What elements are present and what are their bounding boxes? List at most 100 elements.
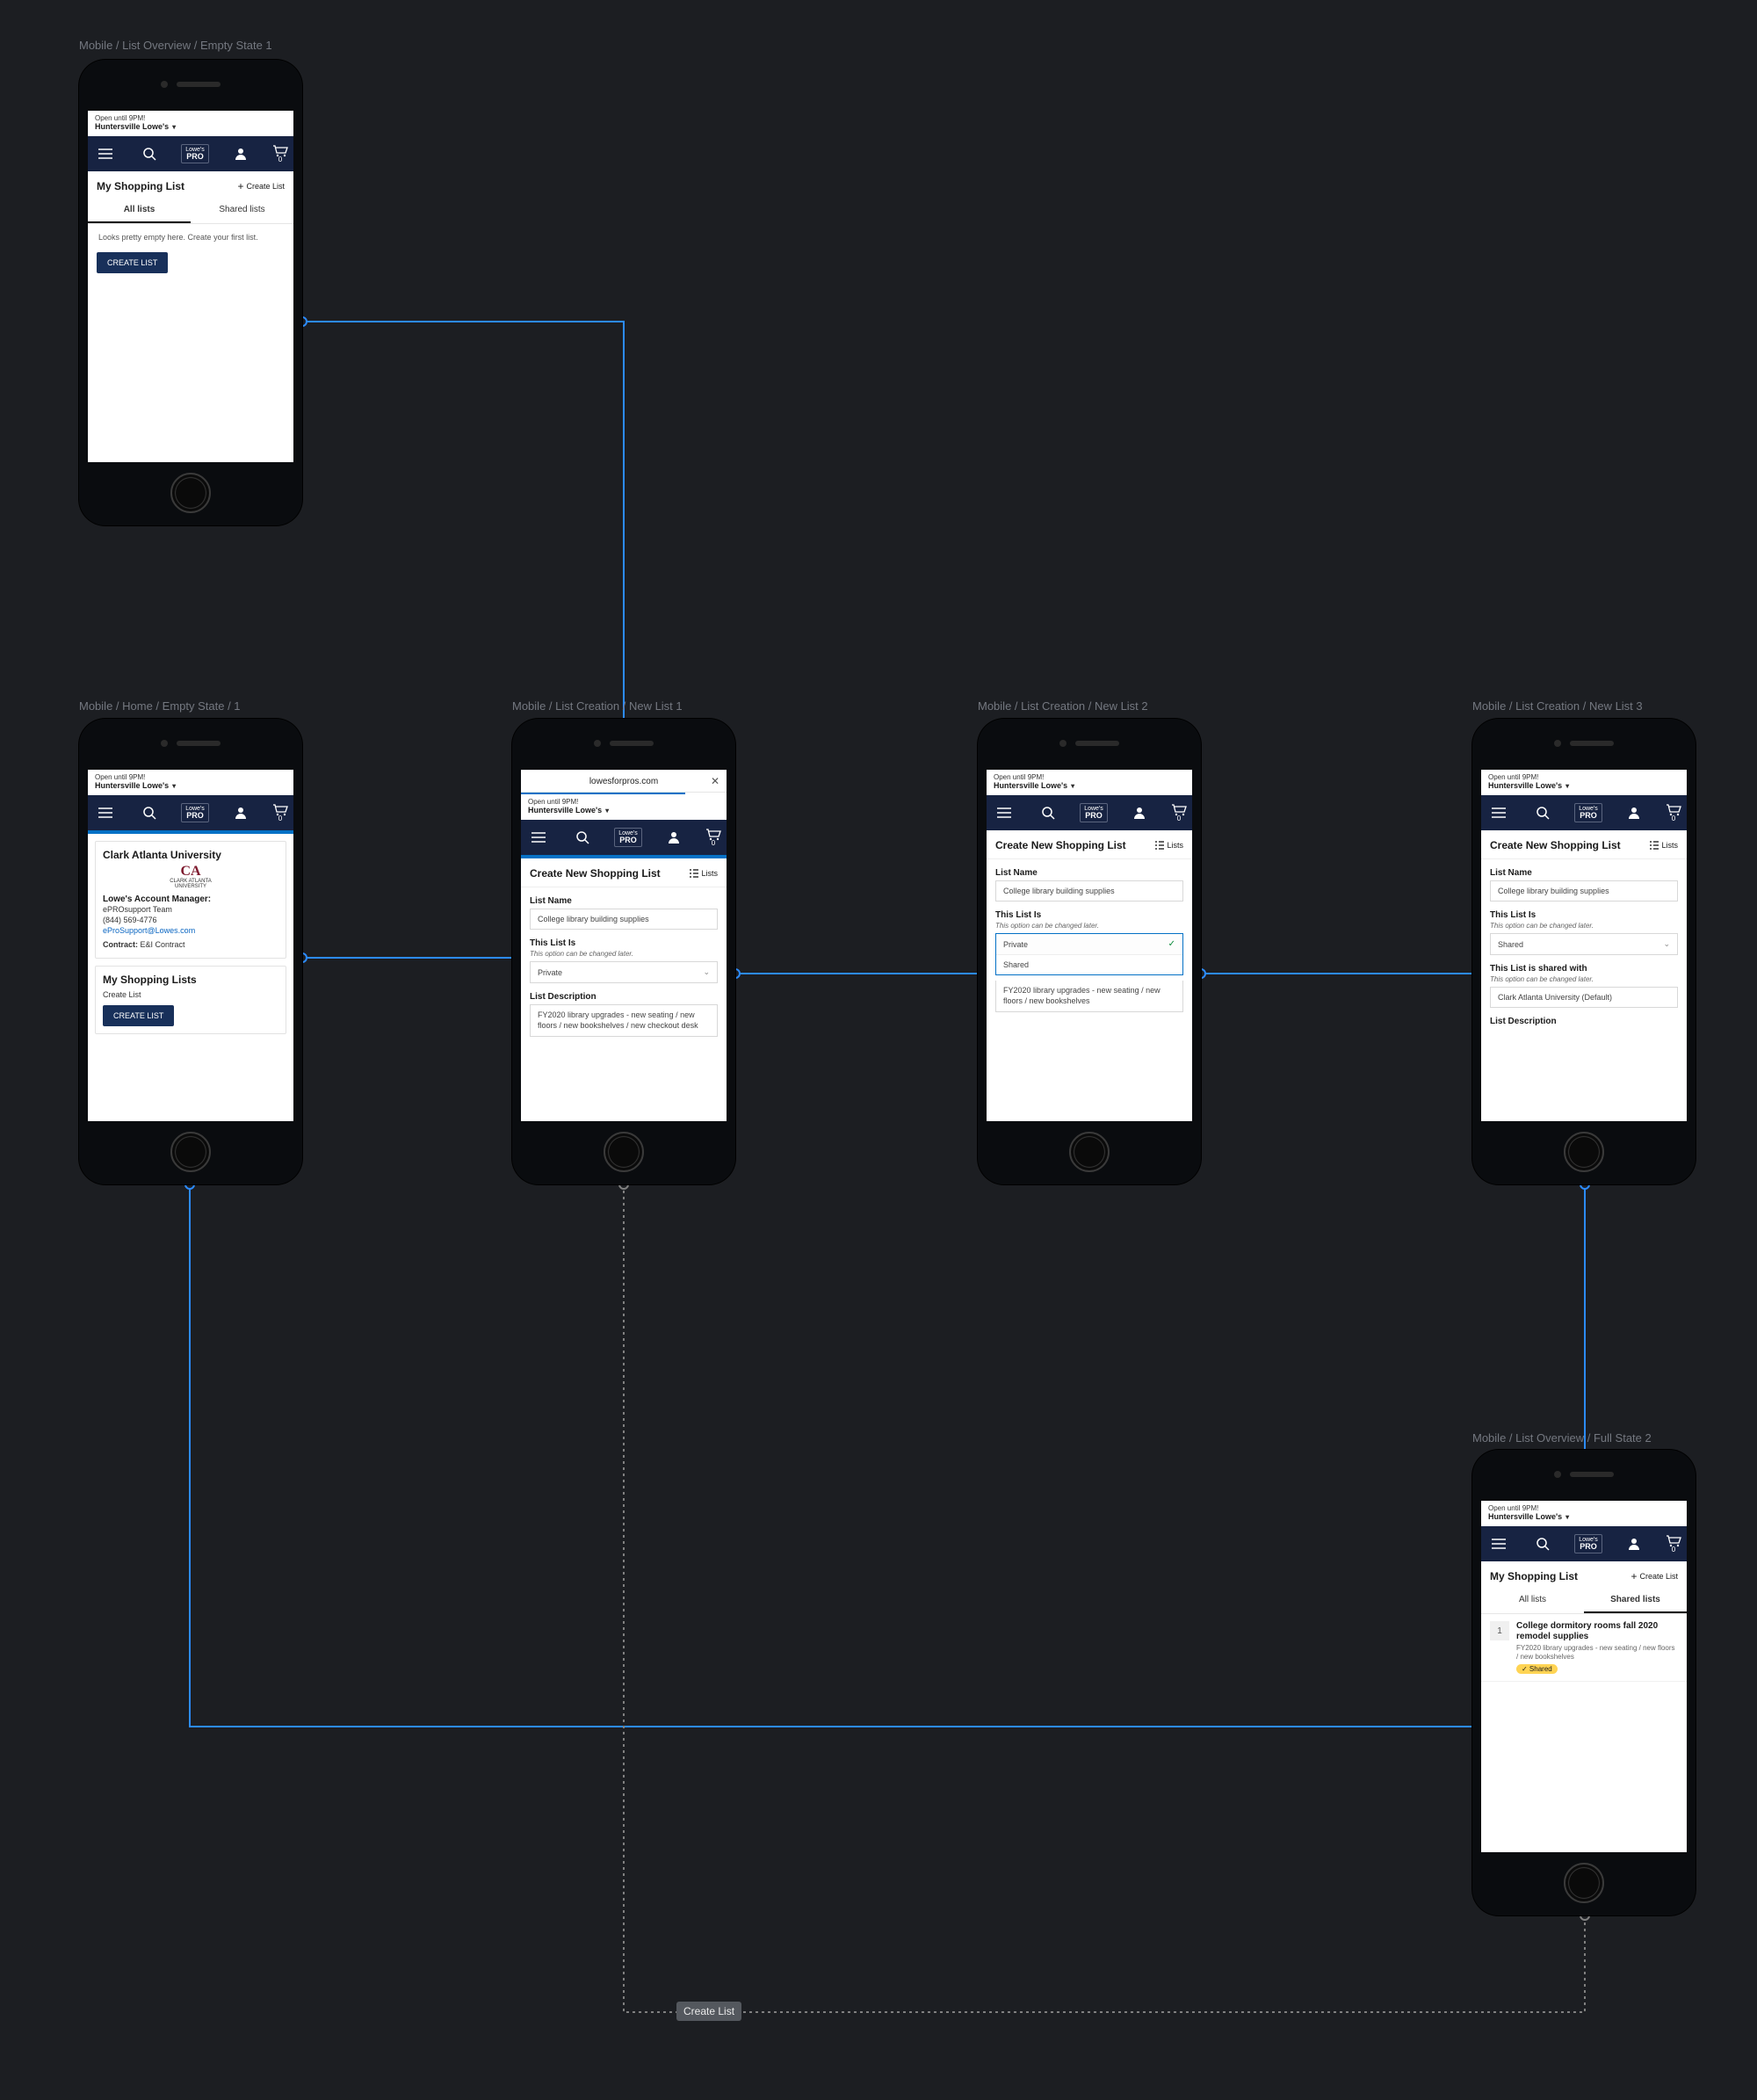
manager-email[interactable]: eProSupport@Lowes.com: [103, 925, 278, 936]
top-nav: Lowe'sPRO 0: [1481, 1526, 1687, 1561]
chevron-down-icon: ▾: [1565, 782, 1569, 790]
menu-icon[interactable]: [526, 825, 551, 850]
home-button[interactable]: [1564, 1132, 1604, 1172]
description-label: List Description: [1490, 1017, 1678, 1026]
chevron-down-icon: ▾: [1565, 1513, 1569, 1521]
cart-count: 0: [278, 815, 282, 822]
create-list-text: Create List: [103, 989, 278, 1000]
tab-shared-lists[interactable]: Shared lists: [1584, 1589, 1687, 1613]
visibility-hint: This option can be changed later.: [530, 950, 718, 958]
account-icon[interactable]: [662, 825, 686, 850]
close-icon[interactable]: ✕: [711, 775, 719, 787]
search-icon[interactable]: [1036, 800, 1060, 825]
lists-link[interactable]: Lists: [690, 869, 718, 878]
store-bar[interactable]: Open until 9PM! Huntersville Lowe's▾: [987, 770, 1192, 795]
brand-logo[interactable]: Lowe'sPRO: [181, 144, 209, 163]
item-count: 1: [1490, 1621, 1509, 1640]
lists-link[interactable]: Lists: [1650, 841, 1678, 850]
menu-icon[interactable]: [992, 800, 1016, 825]
list-description-input[interactable]: FY2020 library upgrades - new seating / …: [995, 981, 1183, 1012]
shared-with-hint: This option can be changed later.: [1490, 975, 1678, 983]
search-icon[interactable]: [1530, 1532, 1555, 1556]
plus-icon: +: [237, 181, 243, 192]
shared-with-input[interactable]: Clark Atlanta University (Default): [1490, 987, 1678, 1008]
account-icon[interactable]: [1127, 800, 1152, 825]
create-list-link[interactable]: +Create List: [1630, 1571, 1678, 1582]
store-name: Huntersville Lowe's: [95, 122, 169, 131]
list-name-input[interactable]: College library building supplies: [1490, 880, 1678, 902]
brand-logo[interactable]: Lowe'sPRO: [614, 828, 642, 847]
menu-icon[interactable]: [1486, 1532, 1511, 1556]
menu-icon[interactable]: [93, 141, 118, 166]
home-button[interactable]: [170, 473, 211, 513]
account-icon[interactable]: [228, 141, 253, 166]
store-bar[interactable]: Open until 9PM! Huntersville Lowe's▾: [88, 111, 293, 136]
description-label: List Description: [530, 992, 718, 1002]
cart-icon[interactable]: 0: [1171, 804, 1187, 822]
list-description-input[interactable]: FY2020 library upgrades - new seating / …: [530, 1004, 718, 1037]
top-nav: Lowe'sPRO 0: [88, 136, 293, 171]
screen: Open until 9PM! Huntersville Lowe's▾ Low…: [88, 111, 293, 462]
list-item[interactable]: 1 College dormitory rooms fall 2020 remo…: [1481, 1614, 1687, 1682]
cart-icon[interactable]: 0: [272, 804, 288, 822]
chevron-down-icon: ⌄: [1663, 939, 1670, 949]
tab-shared-lists[interactable]: Shared lists: [191, 199, 293, 223]
search-icon[interactable]: [137, 141, 162, 166]
brand-logo[interactable]: Lowe'sPRO: [181, 803, 209, 822]
menu-icon[interactable]: [1486, 800, 1511, 825]
name-label: List Name: [995, 868, 1183, 878]
cart-icon[interactable]: 0: [272, 145, 288, 163]
empty-state-text: Looks pretty empty here. Create your fir…: [88, 224, 293, 252]
contract-value: E&I Contract: [141, 940, 185, 949]
account-icon[interactable]: [1622, 800, 1646, 825]
brand-logo[interactable]: Lowe'sPRO: [1080, 803, 1108, 822]
home-button[interactable]: [1564, 1863, 1604, 1903]
visibility-select[interactable]: Private⌄: [530, 961, 718, 983]
create-list-link[interactable]: +Create List: [237, 181, 285, 192]
store-bar[interactable]: Open until 9PM! Huntersville Lowe's▾: [1481, 1501, 1687, 1526]
list-name-input[interactable]: College library building supplies: [530, 909, 718, 930]
list-item-title: College dormitory rooms fall 2020 remode…: [1516, 1621, 1678, 1642]
tab-all-lists[interactable]: All lists: [88, 199, 191, 223]
page-title: My Shopping List: [97, 180, 184, 192]
camera-dot: [161, 81, 168, 88]
chevron-down-icon: ▾: [172, 782, 176, 790]
account-icon[interactable]: [1622, 1532, 1646, 1556]
option-private[interactable]: Private✓: [996, 934, 1182, 954]
store-bar[interactable]: Open until 9PM! Huntersville Lowe's▾: [88, 770, 293, 795]
store-hours: Open until 9PM!: [95, 114, 286, 122]
page-header: My Shopping List +Create List: [88, 171, 293, 199]
create-list-button[interactable]: CREATE LIST: [97, 252, 168, 273]
cart-icon[interactable]: 0: [1666, 1535, 1681, 1553]
visibility-select[interactable]: Shared⌄: [1490, 933, 1678, 955]
cart-icon[interactable]: 0: [1666, 804, 1681, 822]
shared-badge: ✓ Shared: [1516, 1664, 1558, 1674]
page-title: Create New Shopping List: [1490, 839, 1621, 851]
store-bar[interactable]: Open until 9PM! Huntersville Lowe's▾: [521, 794, 727, 820]
lists-heading: My Shopping Lists: [103, 974, 278, 986]
create-list-button[interactable]: CREATE LIST: [103, 1005, 174, 1026]
lists-link[interactable]: Lists: [1155, 841, 1183, 850]
account-icon[interactable]: [228, 800, 253, 825]
brand-logo[interactable]: Lowe'sPRO: [1574, 1534, 1602, 1553]
menu-icon[interactable]: [93, 800, 118, 825]
chevron-down-icon: ▾: [605, 807, 609, 815]
option-shared[interactable]: Shared: [996, 954, 1182, 974]
store-bar[interactable]: Open until 9PM! Huntersville Lowe's▾: [1481, 770, 1687, 795]
home-button[interactable]: [1069, 1132, 1110, 1172]
phone-frame-1: Open until 9PM! Huntersville Lowe's▾ Low…: [79, 60, 302, 525]
org-name: Clark Atlanta University: [103, 849, 278, 861]
search-icon[interactable]: [137, 800, 162, 825]
search-icon[interactable]: [570, 825, 595, 850]
browser-url-bar[interactable]: lowesforpros.com ✕: [521, 770, 727, 793]
search-icon[interactable]: [1530, 800, 1555, 825]
brand-logo[interactable]: Lowe'sPRO: [1574, 803, 1602, 822]
home-button[interactable]: [170, 1132, 211, 1172]
cart-icon[interactable]: 0: [705, 829, 721, 847]
manager-heading: Lowe's Account Manager:: [103, 894, 278, 904]
home-button[interactable]: [604, 1132, 644, 1172]
org-logo: CA CLARK ATLANTA UNIVERSITY: [103, 865, 278, 889]
list-icon: [690, 869, 698, 878]
tab-all-lists[interactable]: All lists: [1481, 1589, 1584, 1613]
list-name-input[interactable]: College library building supplies: [995, 880, 1183, 902]
